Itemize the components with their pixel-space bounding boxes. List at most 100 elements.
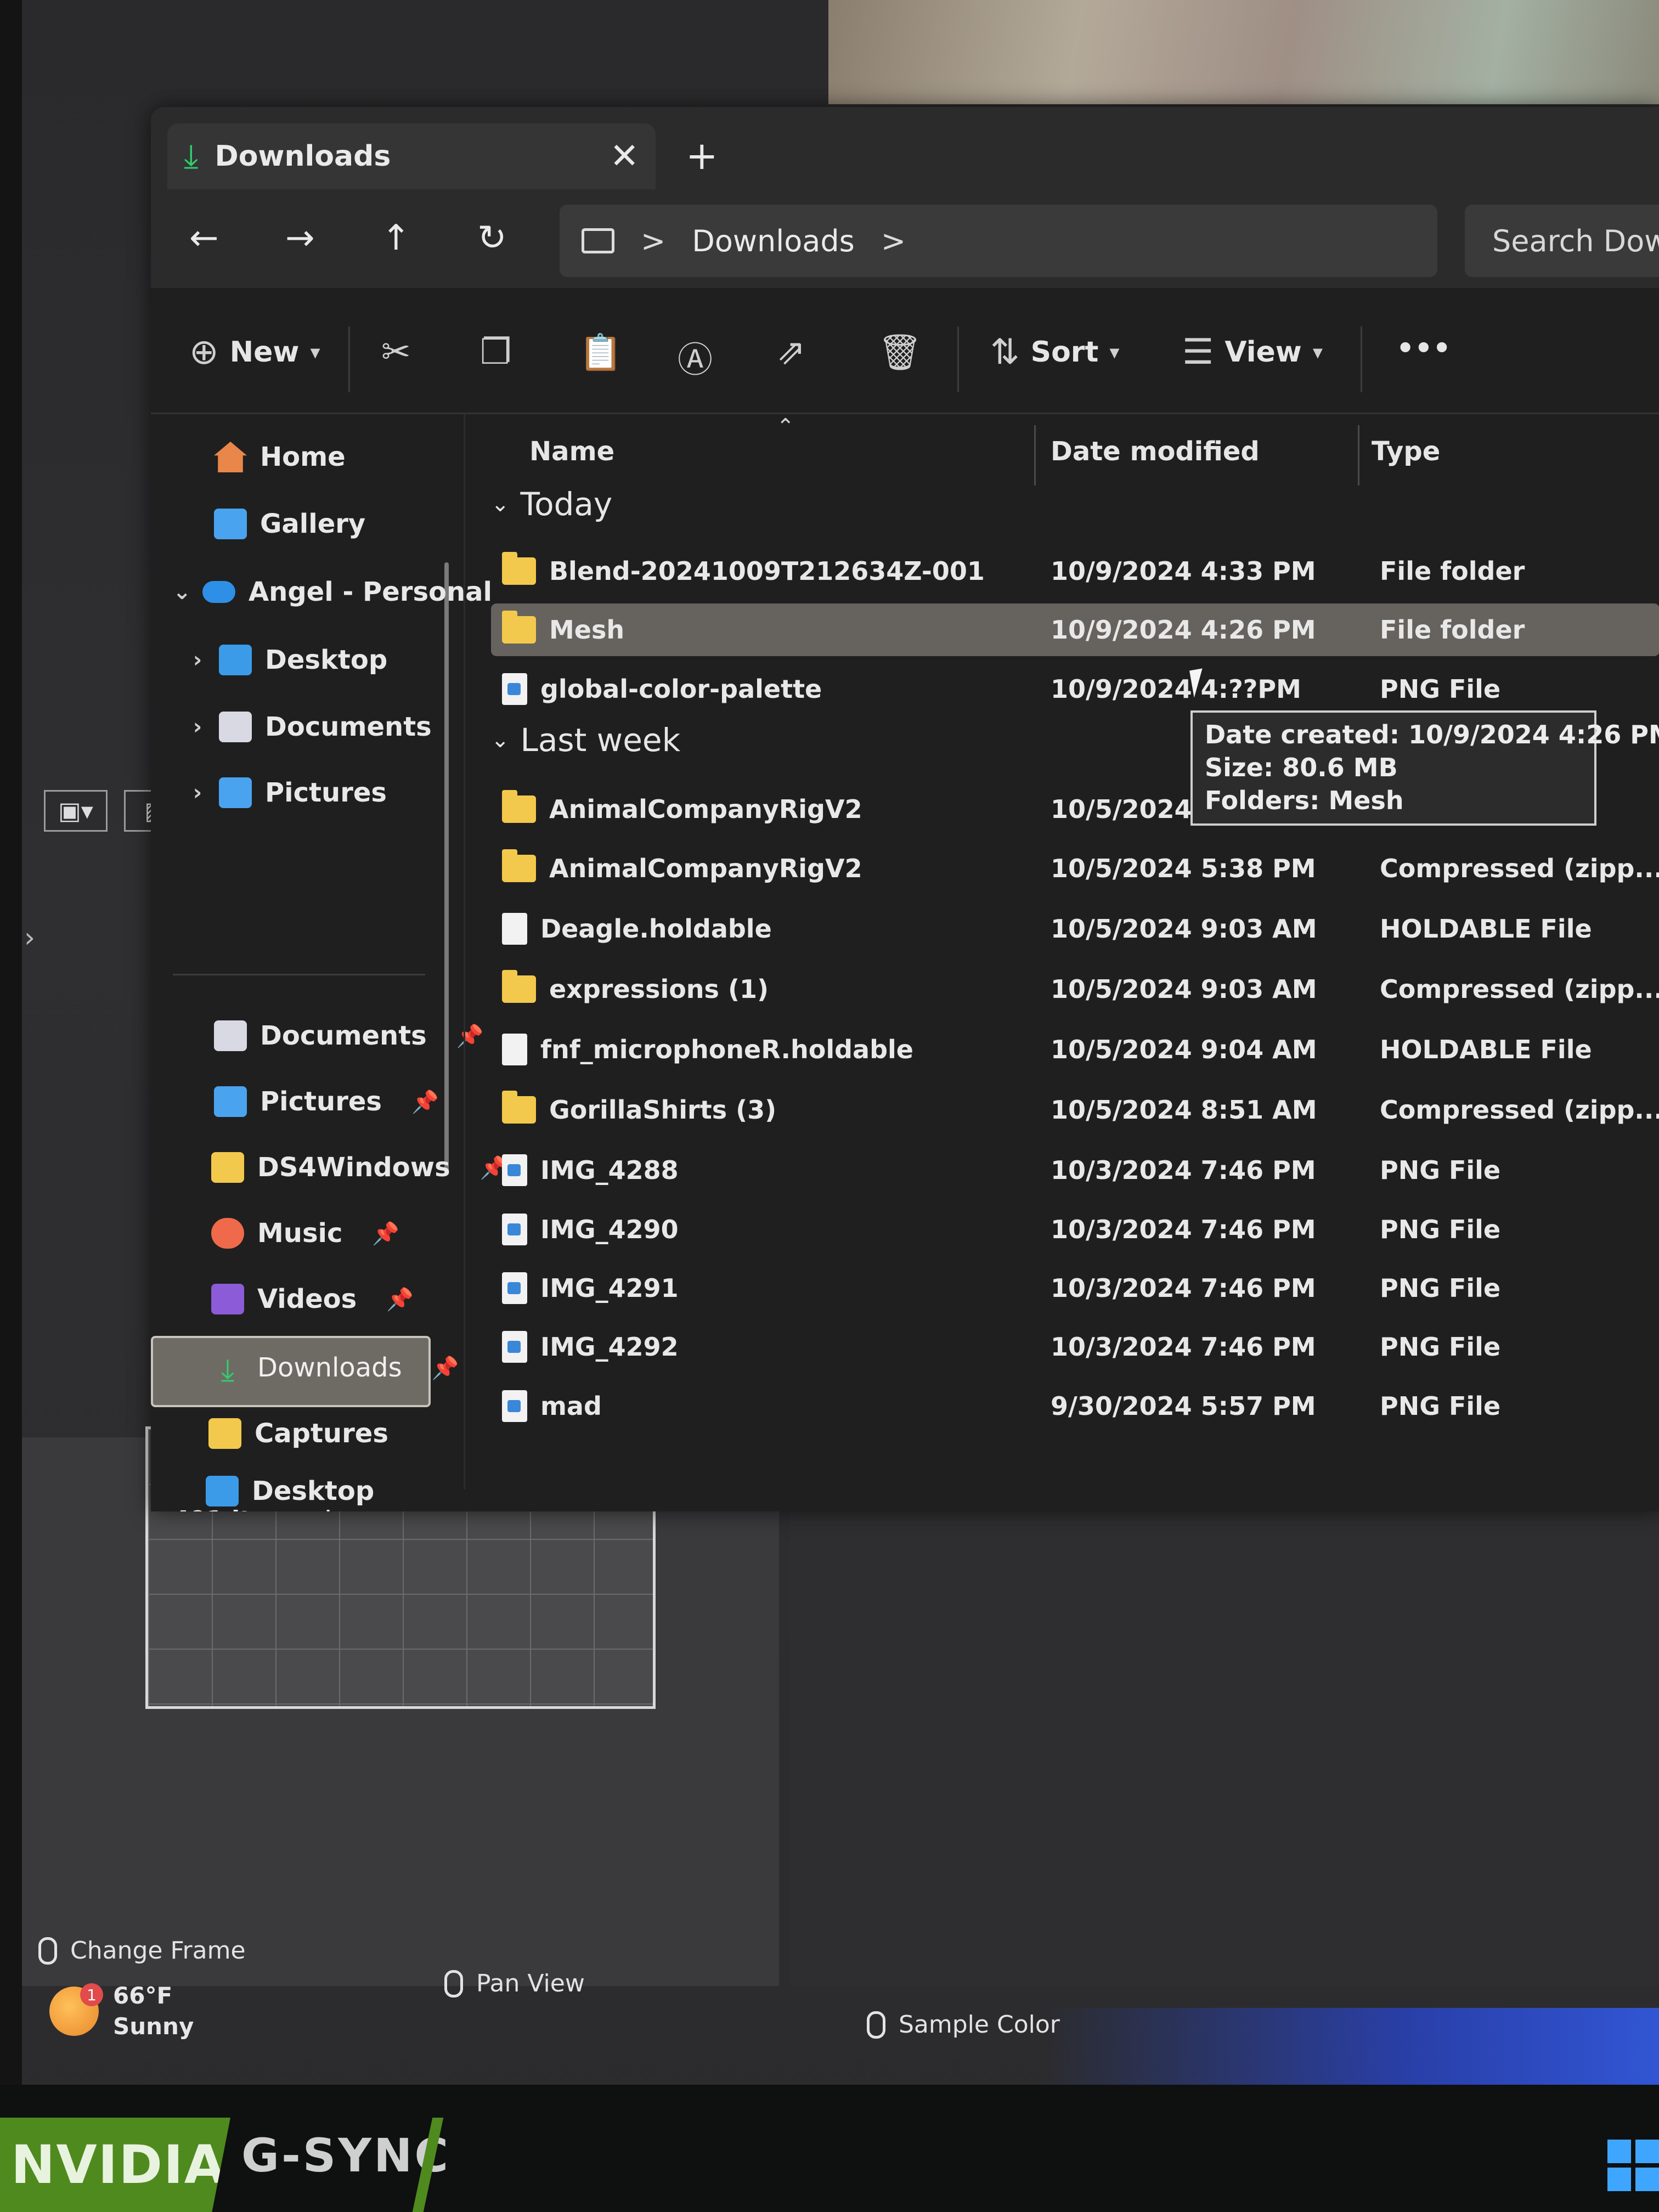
sidebar-item-desktop[interactable]: › Desktop [189, 645, 387, 675]
sidebar-item-onedrive[interactable]: ⌄ Angel - Personal [173, 577, 492, 607]
hint-change-frame: Change Frame [38, 1937, 246, 1965]
mouse-cursor-icon [1189, 666, 1220, 698]
table-row[interactable]: global-color-palette 10/9/2024 4:??PM PN… [491, 663, 1659, 715]
this-pc-icon[interactable] [582, 228, 614, 253]
chevron-right-icon[interactable]: › [189, 780, 206, 805]
file-type: Compressed (zipp... [1380, 974, 1659, 1004]
sidebar-item-home[interactable]: Home [214, 442, 346, 472]
sidebar-item-gallery[interactable]: Gallery [214, 509, 365, 539]
search-input[interactable]: Search Downloads [1465, 205, 1659, 277]
delete-button[interactable]: 🗑 [878, 332, 922, 373]
table-row[interactable]: Mesh 10/9/2024 4:26 PM File folder [491, 603, 1659, 656]
plus-circle-icon: ⊕ [189, 332, 219, 373]
panel-expand-icon[interactable]: › [24, 922, 35, 953]
status-separator: | [324, 1506, 332, 1511]
cut-button[interactable]: ✂ [381, 332, 411, 373]
more-options-button[interactable]: ••• [1396, 332, 1451, 365]
table-row[interactable]: AnimalCompanyRigV2 10/5/2024 5:38 PM Com… [491, 842, 1659, 895]
up-button[interactable]: ↑ [381, 218, 411, 258]
back-button[interactable]: ← [189, 218, 219, 258]
table-row[interactable]: IMG_4290 10/3/2024 7:46 PM PNG File [491, 1203, 1659, 1256]
new-button[interactable]: ⊕ New ▾ [189, 332, 320, 373]
file-name: AnimalCompanyRigV2 [549, 854, 862, 883]
chevron-right-icon[interactable]: › [189, 647, 206, 673]
column-header-type[interactable]: Type [1372, 436, 1440, 467]
rename-button[interactable]: Ⓐ [678, 332, 713, 382]
copy-button[interactable]: ❐ [480, 332, 511, 373]
file-name: mad [540, 1391, 602, 1421]
table-row[interactable]: Deagle.holdable 10/5/2024 9:03 AM HOLDAB… [491, 902, 1659, 955]
sidebar-item-label: Desktop [265, 645, 388, 675]
file-type: File folder [1380, 615, 1525, 645]
chevron-down-icon[interactable]: ⌄ [173, 579, 191, 605]
sidebar-item-label: Music [257, 1218, 343, 1249]
sidebar-item-captures[interactable]: Captures [208, 1418, 388, 1449]
table-row[interactable]: mad 9/30/2024 5:57 PM PNG File [491, 1380, 1659, 1432]
table-row[interactable]: Blend-20241009T212634Z-001 10/9/2024 4:3… [491, 545, 1659, 597]
sidebar-item-ds4windows[interactable]: DS4Windows 📌 [211, 1152, 507, 1183]
table-row[interactable]: fnf_microphoneR.holdable 10/5/2024 9:04 … [491, 1023, 1659, 1076]
table-row[interactable]: GorillaShirts (3) 10/5/2024 8:51 AM Comp… [491, 1084, 1659, 1136]
sidebar-item-pictures-pinned[interactable]: Pictures 📌 [214, 1086, 439, 1117]
chevron-right-icon[interactable]: › [189, 714, 206, 740]
frame-tool-icon[interactable]: ▣▾ [44, 790, 108, 832]
pin-icon[interactable]: 📌 [386, 1286, 414, 1312]
tooltip-size: Size: 80.6 MB [1205, 753, 1398, 782]
address-bar[interactable]: > Downloads > [560, 205, 1437, 277]
notification-badge: 1 [80, 1983, 103, 2006]
file-date: 10/3/2024 7:46 PM [1051, 1215, 1316, 1244]
table-row[interactable]: IMG_4291 10/3/2024 7:46 PM PNG File [491, 1262, 1659, 1314]
forward-button[interactable]: → [285, 218, 315, 258]
chevron-down-icon: ⌄ [491, 492, 510, 517]
file-name: IMG_4290 [540, 1215, 679, 1244]
sidebar-scrollbar[interactable] [444, 562, 449, 1171]
new-tab-button[interactable]: + [686, 133, 718, 178]
image-file-icon [502, 1272, 527, 1304]
pin-icon[interactable]: 📌 [432, 1355, 459, 1381]
group-label: Last week [520, 721, 681, 759]
navigation-pane: Home Gallery ⌄ Angel - Personal › Deskto… [151, 414, 507, 1506]
share-button[interactable]: ⇗ [776, 332, 806, 373]
tab-downloads[interactable]: ⤓ Downloads ✕ [167, 123, 656, 189]
item-count: 491 items [173, 1506, 307, 1511]
file-list: ⌃ Name Date modified Type ⌄ Today Blend-… [480, 414, 1659, 1489]
pin-icon[interactable]: 📌 [411, 1089, 439, 1115]
table-row[interactable]: expressions (1) 10/5/2024 9:03 AM Compre… [491, 963, 1659, 1015]
breadcrumb-downloads[interactable]: Downloads [692, 224, 855, 258]
column-separator[interactable] [1034, 425, 1036, 486]
refresh-button[interactable]: ↻ [477, 218, 507, 258]
column-header-name[interactable]: Name [529, 436, 614, 467]
breadcrumb-separator[interactable]: > [641, 224, 665, 258]
file-type: Compressed (zipp... [1380, 1095, 1659, 1125]
table-row[interactable]: IMG_4288 10/3/2024 7:46 PM PNG File [491, 1144, 1659, 1197]
hint-sample-color: Sample Color [867, 2011, 1060, 2039]
app-right-panel [790, 1481, 1659, 1986]
view-button[interactable]: ☰ View ▾ [1182, 332, 1323, 373]
hint-label: Change Frame [70, 1937, 246, 1965]
pane-splitter[interactable] [464, 414, 465, 1489]
list-view-icon: ☰ [1182, 332, 1214, 373]
sidebar-item-documents-pinned[interactable]: Documents 📌 [214, 1020, 484, 1051]
breadcrumb-separator[interactable]: > [881, 224, 906, 258]
sidebar-item-downloads[interactable]: ⤓ Downloads 📌 [211, 1352, 459, 1388]
documents-icon [219, 712, 252, 742]
group-header-today[interactable]: ⌄ Today [491, 486, 612, 523]
zip-folder-icon [502, 849, 536, 882]
file-type: HOLDABLE File [1380, 1035, 1592, 1064]
weather-widget[interactable]: 1 66°F Sunny [49, 1980, 194, 2042]
table-row[interactable]: IMG_4292 10/3/2024 7:46 PM PNG File [491, 1321, 1659, 1373]
close-tab-icon[interactable]: ✕ [610, 136, 639, 177]
windows-start-icon[interactable] [1607, 2140, 1659, 2191]
sidebar-item-desktop-pinned[interactable]: Desktop [206, 1476, 374, 1506]
sidebar-item-pictures[interactable]: › Pictures [189, 777, 387, 808]
sidebar-item-videos[interactable]: Videos 📌 [211, 1284, 414, 1314]
sidebar-item-documents[interactable]: › Documents [189, 712, 432, 742]
column-separator[interactable] [1358, 425, 1359, 486]
pin-icon[interactable]: 📌 [372, 1221, 399, 1246]
group-header-last-week[interactable]: ⌄ Last week [491, 721, 680, 759]
file-type: PNG File [1380, 1391, 1501, 1421]
column-header-date[interactable]: Date modified [1051, 436, 1260, 467]
sort-button[interactable]: ⇅ Sort ▾ [990, 332, 1119, 373]
sidebar-item-music[interactable]: Music 📌 [211, 1218, 399, 1249]
paste-button[interactable]: 📋 [579, 332, 623, 373]
